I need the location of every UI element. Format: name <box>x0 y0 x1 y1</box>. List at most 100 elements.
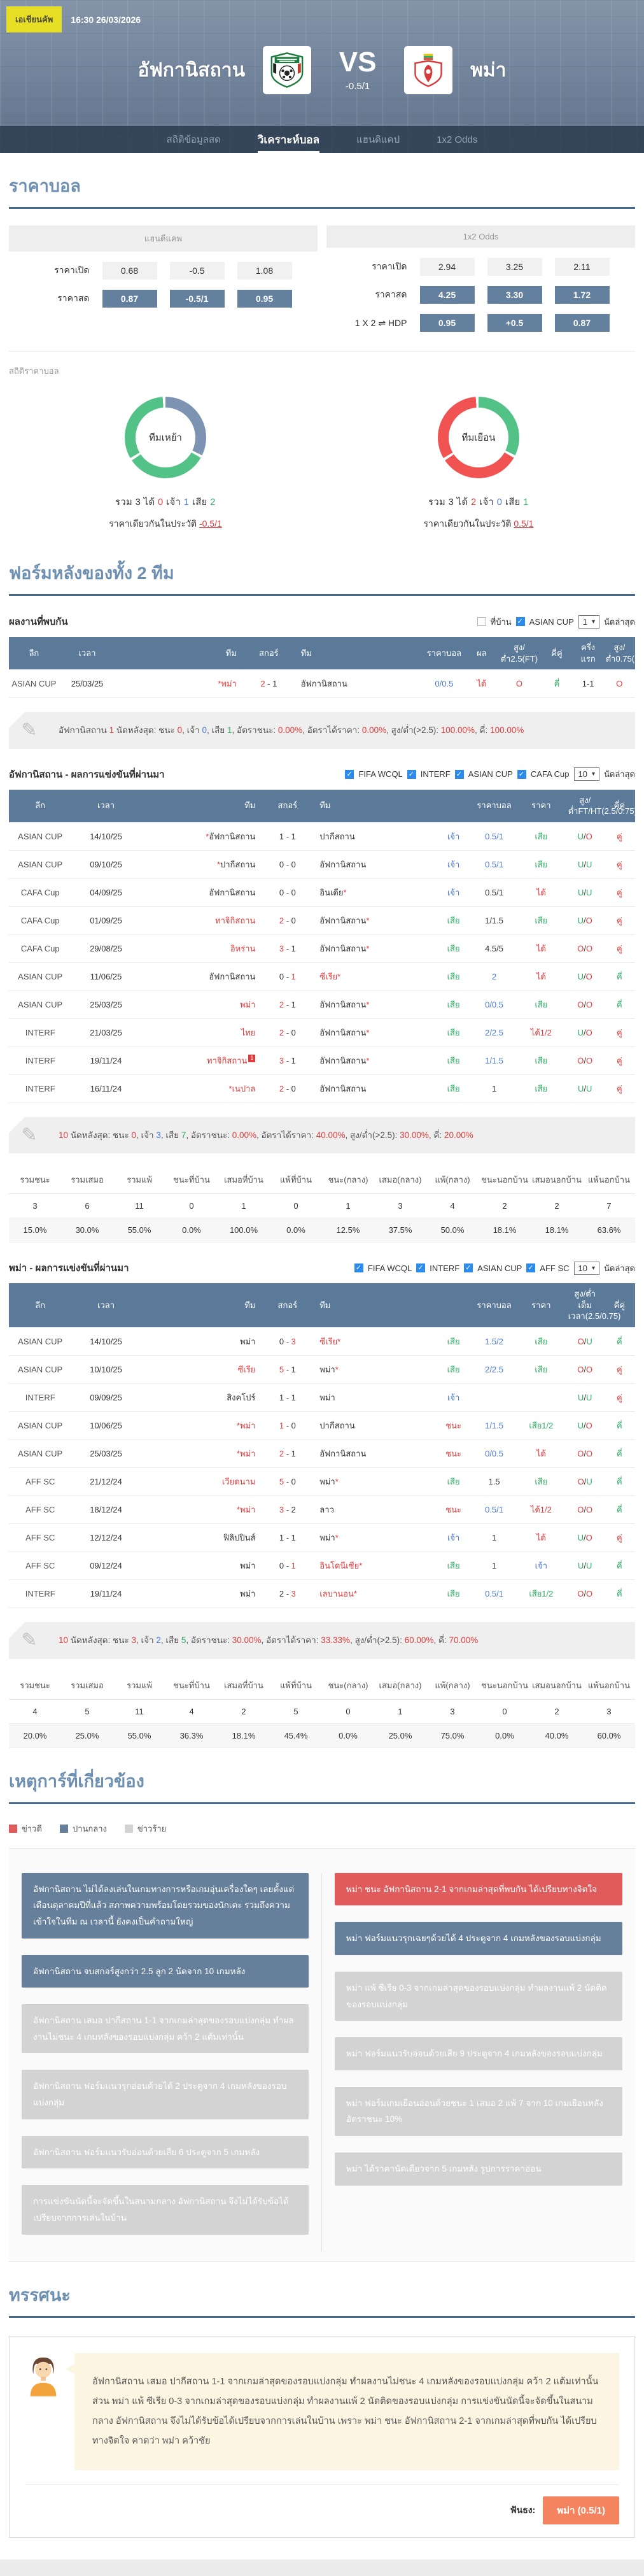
table-cell: 19/11/24 <box>71 1046 140 1074</box>
table-cell: ได้1/2 <box>516 1018 566 1046</box>
opinion-text: อัฟกานิสถาน เสมอ ปากีสถาน 1-1 จากเกมล่าส… <box>74 2353 619 2471</box>
table-cell: เสีย <box>516 822 566 850</box>
filter-checkbox[interactable] <box>345 770 354 779</box>
table-cell: ASIAN CUP <box>9 990 71 1018</box>
table-cell: 25/03/25 <box>71 1440 140 1468</box>
table-cell: เสีย <box>516 850 566 878</box>
filter-checkbox[interactable] <box>516 617 525 626</box>
column-header: แพ้ที่บ้าน <box>270 1166 322 1194</box>
column-header: ราคาบอล <box>472 1283 516 1327</box>
table-row: ASIAN CUP09/10/25*ปากีสถาน0 - 0อัฟกานิสถ… <box>9 850 635 878</box>
table-cell: 1/1.5 <box>472 906 516 934</box>
table-row: INTERF09/09/25สิงคโปร์1 - 1พม่าเจ้าU/Uคู… <box>9 1384 635 1412</box>
filter-checkbox-label: AFF SC <box>540 1263 569 1273</box>
news-item: พม่า ชนะ อัฟกานิสถาน 2-1 จากเกมล่าสุดที่… <box>335 1873 622 1906</box>
matches-count-select[interactable]: 1 <box>578 615 599 629</box>
table-row: CAFA Cup01/09/25ทาจิกิสถาน2 - 0อัฟกานิสถ… <box>9 906 635 934</box>
nav-tab[interactable]: สถิติข้อมูลสด <box>167 126 221 153</box>
odds-value: 2.94 <box>420 258 475 276</box>
column-header: คี่คู่ <box>604 1283 635 1327</box>
table-cell: 1 <box>322 1194 374 1218</box>
away-history-odds-link[interactable]: ราคาเดียวกันในประวัติ 0.5/1 <box>347 517 610 531</box>
table-cell: 1 <box>218 1194 270 1218</box>
column-header: ราคาบอล <box>422 637 466 670</box>
table-cell: เสีย <box>516 1328 566 1356</box>
filter-checkbox[interactable] <box>407 770 416 779</box>
table-row: AFF SC21/12/24เวียดนาม5 - 0พม่า*เสีย1.5เ… <box>9 1468 635 1496</box>
matches-count-select[interactable]: 10 <box>574 1262 600 1275</box>
home-team-name: อัฟกานิสถาน <box>137 55 245 85</box>
news-item: พม่า ฟอร์มแนวรุกเฉยๆด้วยได้ 4 ประตูจาก 4… <box>335 1922 622 1955</box>
table-cell: คู่ <box>604 1524 635 1552</box>
table-cell: ASIAN CUP <box>9 1328 71 1356</box>
filter-checkbox[interactable] <box>455 770 464 779</box>
filter-checkbox[interactable] <box>354 1263 363 1272</box>
table-cell: คี่ <box>604 962 635 990</box>
filter-checkbox[interactable] <box>477 617 486 626</box>
table-cell: 16/11/24 <box>71 1074 140 1102</box>
table-cell: 09/12/24 <box>71 1552 140 1580</box>
table-cell: O/O <box>566 934 604 962</box>
table-cell: เสีย <box>435 1356 472 1384</box>
home-history-odds-link[interactable]: ราคาเดียวกันในประวัติ -0.5/1 <box>34 517 297 531</box>
table-row: 3611010134227 <box>9 1194 635 1218</box>
h2h-title: ผลงานที่พบกัน <box>9 614 68 629</box>
table-cell: อินเดีย* <box>309 878 435 906</box>
table-row: 15.0%30.0%55.0%0.0%100.0%0.0%12.5%37.5%5… <box>9 1218 635 1242</box>
column-header: แพ้ที่บ้าน <box>270 1672 322 1700</box>
filter-checkbox[interactable] <box>464 1263 473 1272</box>
nav-tab[interactable]: แฮนดิแคป <box>356 126 400 153</box>
odds-value: 1.72 <box>555 286 610 304</box>
table-cell: 2 <box>531 1699 583 1723</box>
table-cell: *พม่า <box>141 1412 266 1440</box>
table-cell: INTERF <box>9 1018 71 1046</box>
h2h-table-header: ลีกเวลาทีมสกอร์ทีมราคาบอลผลสูง/ต่ำ2.5(FT… <box>9 637 635 670</box>
table-cell: 12/12/24 <box>71 1524 140 1552</box>
odds-value: 0.95 <box>237 290 292 308</box>
legend-item: ปานกลาง <box>60 1822 107 1835</box>
table-cell: 2 - 0 <box>265 906 309 934</box>
filter-checkbox[interactable] <box>416 1263 425 1272</box>
column-header: แพ้(กลาง) <box>426 1166 479 1194</box>
nav-tabs: สถิติข้อมูลสด วิเคราะห์บอล แฮนดิแคป 1x2 Odd… <box>0 126 644 153</box>
table-cell: คู่ <box>604 934 635 962</box>
table-cell: 5 - 1 <box>265 1356 309 1384</box>
table-cell: 0 <box>322 1699 374 1723</box>
column-header: สูง/ต่ำ2.5(FT) <box>497 637 541 670</box>
matches-count-select[interactable]: 10 <box>574 767 600 781</box>
table-row: ASIAN CUP25/03/25*พม่า2 - 1อัฟกานิสถาน0/… <box>9 670 635 698</box>
table-cell: อัฟกานิสถาน <box>141 962 266 990</box>
table-cell: อัฟกานิสถาน <box>309 1440 435 1468</box>
column-header: สกอร์ <box>265 790 309 823</box>
table-cell: 1 <box>374 1699 426 1723</box>
nav-tab[interactable]: วิเคราะห์บอล <box>258 126 319 153</box>
opinion-row: อัฟกานิสถาน เสมอ ปากีสถาน 1-1 จากเกมล่าส… <box>25 2353 619 2471</box>
table-cell: เสีย <box>516 1356 566 1384</box>
verdict-button[interactable]: พม่า (0.5/1) <box>543 2496 619 2524</box>
table-cell: พม่า* <box>309 1524 435 1552</box>
odds-row-label: ราคาเปิด <box>353 260 407 274</box>
filter-checkbox[interactable] <box>526 1263 535 1272</box>
table-cell: 25/03/25 <box>59 670 116 698</box>
table-cell: 2 - 1 <box>265 1440 309 1468</box>
table-cell: ได้ <box>516 934 566 962</box>
column-header: รวมชนะ <box>9 1672 61 1700</box>
table-cell: ปากีสถาน <box>309 1412 435 1440</box>
table-cell: เสีย <box>516 990 566 1018</box>
table-cell: ได้ <box>466 670 497 698</box>
mya-results-title: พม่า - ผลการแข่งขันที่ผ่านมา <box>9 1260 129 1276</box>
table-cell: เสีย <box>435 990 472 1018</box>
table-cell: ฟิลิปปินส์ <box>141 1524 266 1552</box>
home-donut-summary: รวม 3 ได้ 0 เจ้า 1 เสีย 2 <box>34 495 297 509</box>
table-cell: ASIAN CUP <box>9 822 71 850</box>
table-cell: พม่า <box>141 1328 266 1356</box>
table-cell: CAFA Cup <box>9 878 71 906</box>
filter-checkbox[interactable] <box>517 770 526 779</box>
table-cell: 10/06/25 <box>71 1412 140 1440</box>
table-cell: ASIAN CUP <box>9 850 71 878</box>
table-cell: คี่ <box>604 1328 635 1356</box>
table-cell: 2 <box>479 1194 531 1218</box>
column-header: คี่คู่ <box>541 637 572 670</box>
nav-tab[interactable]: 1x2 Odds <box>437 126 477 153</box>
legend-color-swatch <box>60 1825 68 1833</box>
